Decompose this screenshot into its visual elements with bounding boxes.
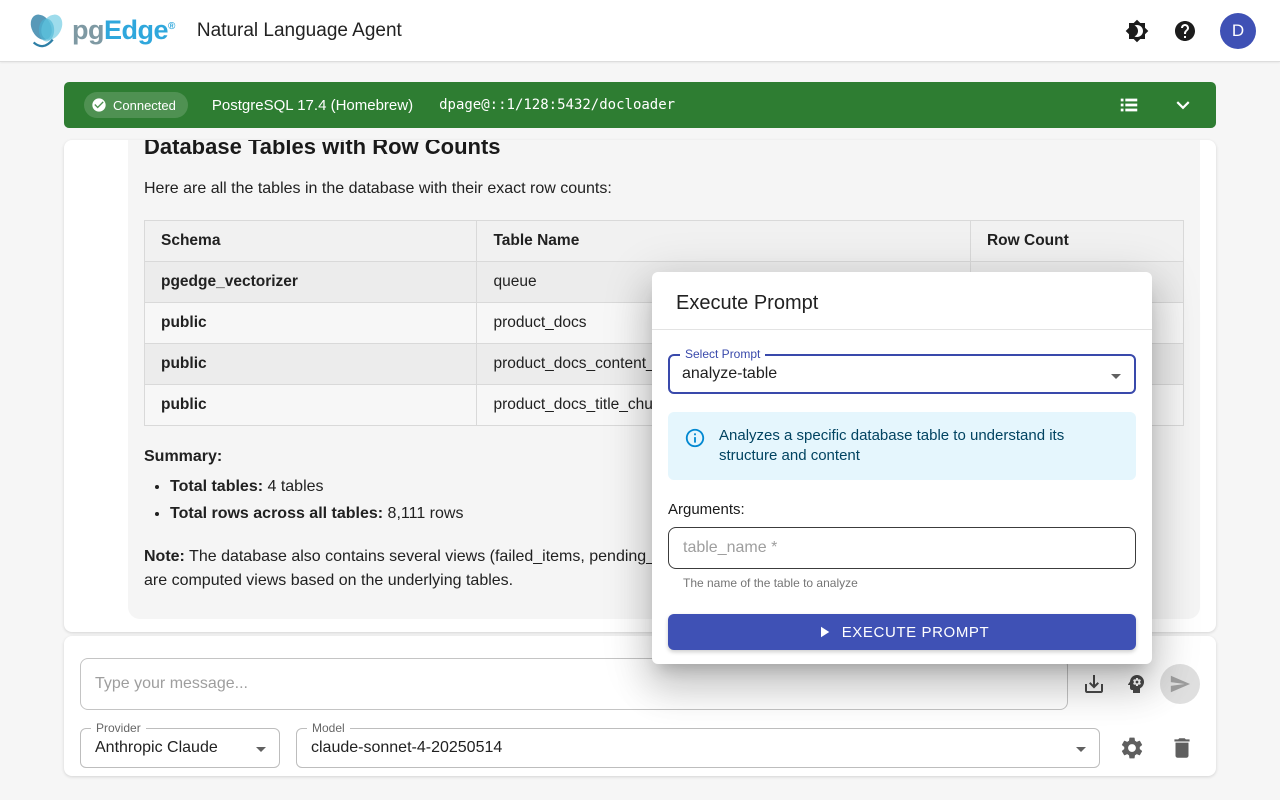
message-heading: Database Tables with Row Counts bbox=[144, 140, 1184, 160]
connection-string: dpage@::1/128:5432/docloader bbox=[439, 97, 675, 113]
col-header-table-name: Table Name bbox=[477, 221, 971, 262]
connection-bar: Connected PostgreSQL 17.4 (Homebrew) dpa… bbox=[64, 82, 1216, 128]
table-name-helper-text: The name of the table to analyze bbox=[683, 576, 1136, 590]
schema-cell: public bbox=[145, 303, 477, 344]
schema-cell: public bbox=[145, 385, 477, 426]
chevron-down-icon[interactable] bbox=[1170, 92, 1196, 118]
download-icon[interactable] bbox=[1076, 666, 1112, 702]
table-name-field[interactable] bbox=[668, 527, 1136, 569]
model-value: claude-sonnet-4-20250514 bbox=[311, 739, 502, 757]
execute-prompt-label: EXECUTE PROMPT bbox=[842, 624, 990, 641]
col-header-row-count: Row Count bbox=[970, 221, 1183, 262]
prompt-description: Analyzes a specific database table to un… bbox=[719, 426, 1119, 466]
note-text-line2: are computed views based on the underlyi… bbox=[144, 572, 513, 589]
col-header-schema: Schema bbox=[145, 221, 477, 262]
divider bbox=[652, 329, 1152, 330]
send-button[interactable] bbox=[1160, 664, 1200, 704]
model-label: Model bbox=[307, 721, 350, 735]
help-icon[interactable] bbox=[1172, 18, 1198, 44]
dropdown-arrow-icon bbox=[1104, 364, 1128, 393]
provider-value: Anthropic Claude bbox=[95, 739, 218, 757]
status-badge: Connected bbox=[84, 92, 188, 118]
prompt-select[interactable]: Select Prompt analyze-table bbox=[668, 354, 1136, 394]
note-label: Note: bbox=[144, 548, 185, 565]
pgedge-logo: pgEdge® bbox=[24, 10, 175, 52]
dialog-title: Execute Prompt bbox=[652, 272, 1152, 329]
prompt-info-alert: Analyzes a specific database table to un… bbox=[668, 412, 1136, 480]
message-input[interactable] bbox=[80, 658, 1068, 710]
list-icon[interactable] bbox=[1118, 94, 1140, 116]
prompt-select-label: Select Prompt bbox=[680, 347, 765, 361]
model-select[interactable]: Model claude-sonnet-4-20250514 bbox=[296, 728, 1100, 768]
gear-icon[interactable] bbox=[1114, 730, 1150, 766]
execute-prompt-dialog: Execute Prompt Select Prompt analyze-tab… bbox=[652, 272, 1152, 664]
table-header-row: Schema Table Name Row Count bbox=[145, 221, 1184, 262]
status-label: Connected bbox=[113, 98, 176, 113]
arguments-label: Arguments: bbox=[668, 501, 1136, 518]
page-title: Natural Language Agent bbox=[197, 20, 402, 42]
provider-select[interactable]: Provider Anthropic Claude bbox=[80, 728, 280, 768]
dark-mode-icon[interactable] bbox=[1124, 18, 1150, 44]
psychology-icon[interactable] bbox=[1118, 666, 1154, 702]
pgedge-wordmark: pgEdge® bbox=[72, 15, 175, 46]
info-icon bbox=[684, 427, 706, 449]
execute-prompt-button[interactable]: EXECUTE PROMPT bbox=[668, 614, 1136, 650]
dropdown-arrow-icon bbox=[249, 737, 273, 766]
avatar[interactable]: D bbox=[1220, 13, 1256, 49]
pgedge-logo-icon bbox=[24, 10, 70, 52]
check-circle-icon bbox=[91, 97, 107, 113]
schema-cell: pgedge_vectorizer bbox=[145, 262, 477, 303]
app-header: pgEdge® Natural Language Agent D bbox=[0, 0, 1280, 62]
dropdown-arrow-icon bbox=[1069, 737, 1093, 766]
send-icon bbox=[1169, 673, 1191, 695]
schema-cell: public bbox=[145, 344, 477, 385]
provider-label: Provider bbox=[91, 721, 146, 735]
message-intro: Here are all the tables in the database … bbox=[144, 180, 1184, 198]
prompt-select-value: analyze-table bbox=[682, 365, 777, 383]
server-version: PostgreSQL 17.4 (Homebrew) bbox=[212, 97, 413, 114]
play-icon bbox=[815, 623, 833, 641]
trash-icon[interactable] bbox=[1164, 730, 1200, 766]
